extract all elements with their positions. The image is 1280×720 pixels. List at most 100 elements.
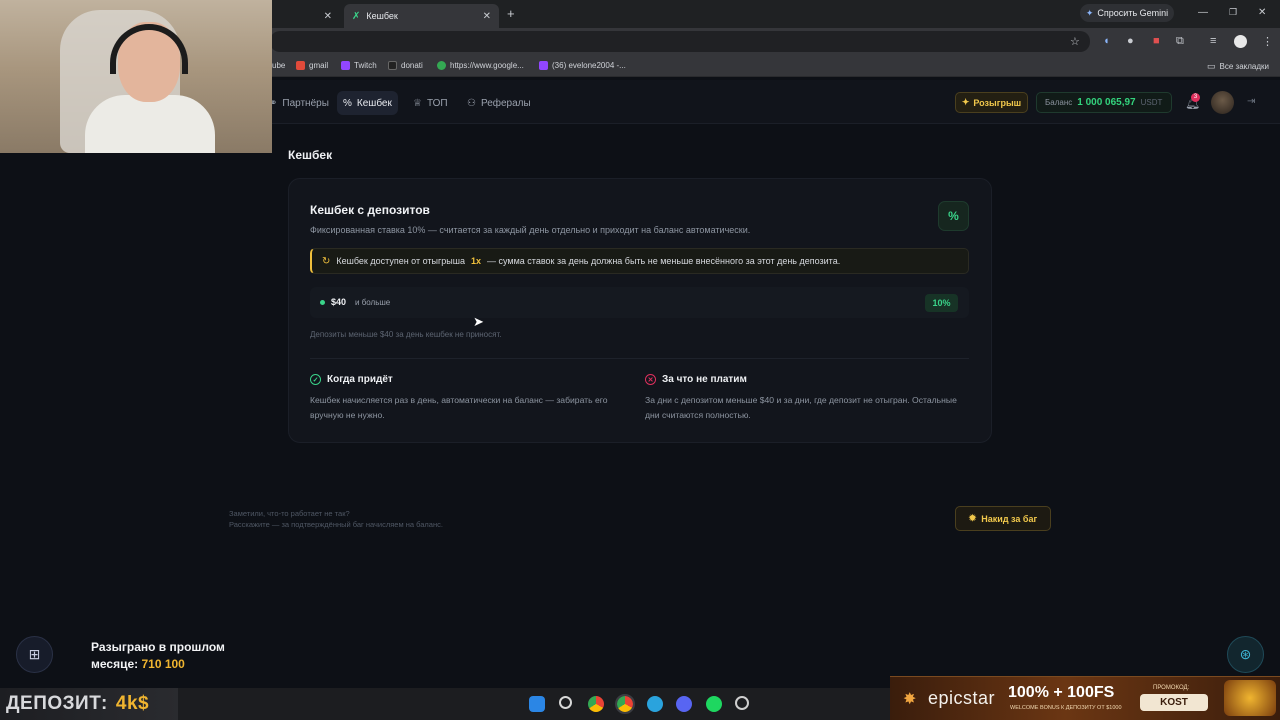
bookmark-label: donati <box>401 61 423 70</box>
logout-icon[interactable]: ⇥ <box>1247 96 1255 107</box>
star-icon: ✸ <box>903 691 917 708</box>
new-tab-button[interactable]: + <box>507 6 515 21</box>
tier-amount: $40 <box>331 297 347 307</box>
bookmark-label: ube <box>272 61 286 70</box>
bookmark-label: https://www.google... <box>450 61 524 70</box>
search-icon[interactable] <box>559 696 572 709</box>
profile-avatar[interactable] <box>1234 35 1247 48</box>
windows-start-icon[interactable] <box>529 696 545 712</box>
giveaway-button[interactable]: ✦ Розыгрыш <box>955 92 1028 113</box>
deposit-value: 4k$ <box>115 693 150 714</box>
epicstar-offer: 100% + 100FS <box>1008 684 1115 701</box>
tier-dot <box>320 300 325 305</box>
close-tab-icon[interactable]: ✕ <box>324 11 332 22</box>
bookmark-item[interactable]: Twitch <box>341 61 377 70</box>
gift-button[interactable]: ⊞ <box>16 636 53 673</box>
deposit-label: ДЕПОЗИТ: <box>6 693 108 714</box>
users-icon: ⚇ <box>467 97 476 109</box>
bug-report-text: Заметили, что-то работает не так? Расска… <box>229 508 443 530</box>
bookmark-item[interactable]: (36) evelone2004 -... <box>539 61 626 70</box>
giveaway-total: Разыграно в прошлом месяце: 710 100 <box>91 639 225 673</box>
check-circle-icon: ✓ <box>310 374 321 385</box>
webcam-overlay <box>0 0 272 153</box>
support-button[interactable]: ⊛ <box>1227 636 1264 673</box>
not-paid-text: За дни с депозитом меньше $40 и за дни, … <box>645 395 957 420</box>
bug-report-button[interactable]: ✹ Накид за баг <box>955 506 1051 531</box>
balance-label: Баланс <box>1045 98 1073 107</box>
nav-item-cashback[interactable]: % Кешбек <box>337 91 398 115</box>
twitch-icon <box>341 61 350 70</box>
giveaway-label: месяце: <box>91 657 139 671</box>
all-bookmarks-button[interactable]: ▭ Все закладки <box>1207 61 1269 72</box>
bookmark-item[interactable]: ube <box>272 61 285 70</box>
giveaway-label: Розыгрыш <box>973 97 1022 108</box>
bookmark-item[interactable]: gmail <box>296 61 328 70</box>
tier-row <box>310 287 969 318</box>
gemini-label: Спросить Gemini <box>1097 8 1169 18</box>
promo-label: ПРОМОКОД: <box>1153 685 1190 691</box>
media-icon[interactable]: ≡ <box>1210 35 1216 47</box>
browser-tab-inactive[interactable]: ✕ <box>270 4 340 28</box>
balance-amount: 1 000 065,97 <box>1077 97 1136 108</box>
nav-item-top[interactable]: ♕ ТОП <box>407 91 454 115</box>
divider <box>310 358 969 359</box>
twitch-icon <box>539 61 548 70</box>
tier-rate-badge: 10% <box>925 294 958 312</box>
avatar[interactable] <box>1211 91 1234 114</box>
card-title: Кешбек с депозитов <box>310 203 430 217</box>
when-title-label: Когда придёт <box>327 374 393 385</box>
address-bar[interactable] <box>270 31 1090 52</box>
promo-code: KOST <box>1140 694 1208 711</box>
balance-display[interactable]: Баланс 1 000 065,97 USDT <box>1036 92 1172 113</box>
balance-currency: USDT <box>1140 98 1163 107</box>
nav-item-partners[interactable]: ⚭ Партнёры <box>263 91 335 115</box>
nav-label: Рефералы <box>480 97 531 109</box>
sparkle-icon: ✦ <box>1085 7 1094 18</box>
slot-machine-icon <box>1224 680 1276 716</box>
gemini-button[interactable]: ✦ Спросить Gemini <box>1080 4 1174 22</box>
chrome-icon[interactable] <box>615 694 635 714</box>
wagering-notice: ↻ Кешбек доступен от отыгрыша 1x — сумма… <box>310 248 969 274</box>
extension-icon[interactable]: ■ <box>1153 35 1160 47</box>
discord-icon[interactable] <box>676 696 692 712</box>
giveaway-line: Разыграно в прошлом <box>91 640 225 654</box>
gmail-icon <box>296 61 305 70</box>
restore-icon[interactable]: ❐ <box>1229 7 1237 18</box>
notification-badge: 3 <box>1191 93 1200 102</box>
extension-icon[interactable]: ● <box>1127 35 1134 47</box>
bookmark-item[interactable]: donati <box>388 61 423 70</box>
browser-tab-active[interactable]: ✗ Кешбек ✕ <box>344 4 499 28</box>
telegram-icon[interactable] <box>647 696 663 712</box>
nav-item-referrals[interactable]: ⚇ Рефералы <box>461 91 537 115</box>
menu-icon[interactable]: ⋮ <box>1262 35 1273 48</box>
star-icon[interactable]: ☆ <box>1070 35 1080 48</box>
minimize-icon[interactable]: — <box>1198 7 1208 18</box>
site-favicon-icon: ✗ <box>352 10 361 22</box>
when-title: ✓ Когда придёт <box>310 374 393 385</box>
spotify-icon[interactable] <box>706 696 722 712</box>
gift-icon: ⊞ <box>28 646 41 662</box>
maps-icon <box>437 61 446 70</box>
bug-button-label: Накид за баг <box>981 513 1038 524</box>
not-paid-title-label: За что не платим <box>662 374 747 385</box>
refresh-icon: ↻ <box>322 255 331 267</box>
tier-label: и больше <box>355 298 391 307</box>
app-icon[interactable] <box>735 696 749 710</box>
notice-suffix: — сумма ставок за день должна быть не ме… <box>487 256 841 266</box>
x-circle-icon: ✕ <box>645 374 656 385</box>
giveaway-line: месяце: 710 100 <box>91 656 225 673</box>
epicstar-logo: epicstar <box>928 688 996 708</box>
close-tab-icon[interactable]: ✕ <box>483 11 491 22</box>
all-bookmarks-label: Все закладки <box>1219 62 1269 71</box>
window-close-icon[interactable]: ✕ <box>1258 7 1266 18</box>
when-text: Кешбек начисляется раз в день, автоматич… <box>310 395 608 420</box>
lifebuoy-icon: ⊛ <box>1239 646 1252 662</box>
bookmark-label: (36) evelone2004 -... <box>552 61 626 70</box>
percent-badge-icon: % <box>938 201 969 231</box>
bookmark-label: gmail <box>309 61 329 70</box>
chrome-icon[interactable] <box>588 696 604 712</box>
extension-icon[interactable]: ◖ <box>1103 35 1110 47</box>
puzzle-icon[interactable]: ⧉ <box>1176 35 1184 48</box>
donati-icon <box>388 61 397 70</box>
bookmark-item[interactable]: https://www.google... <box>437 61 524 70</box>
